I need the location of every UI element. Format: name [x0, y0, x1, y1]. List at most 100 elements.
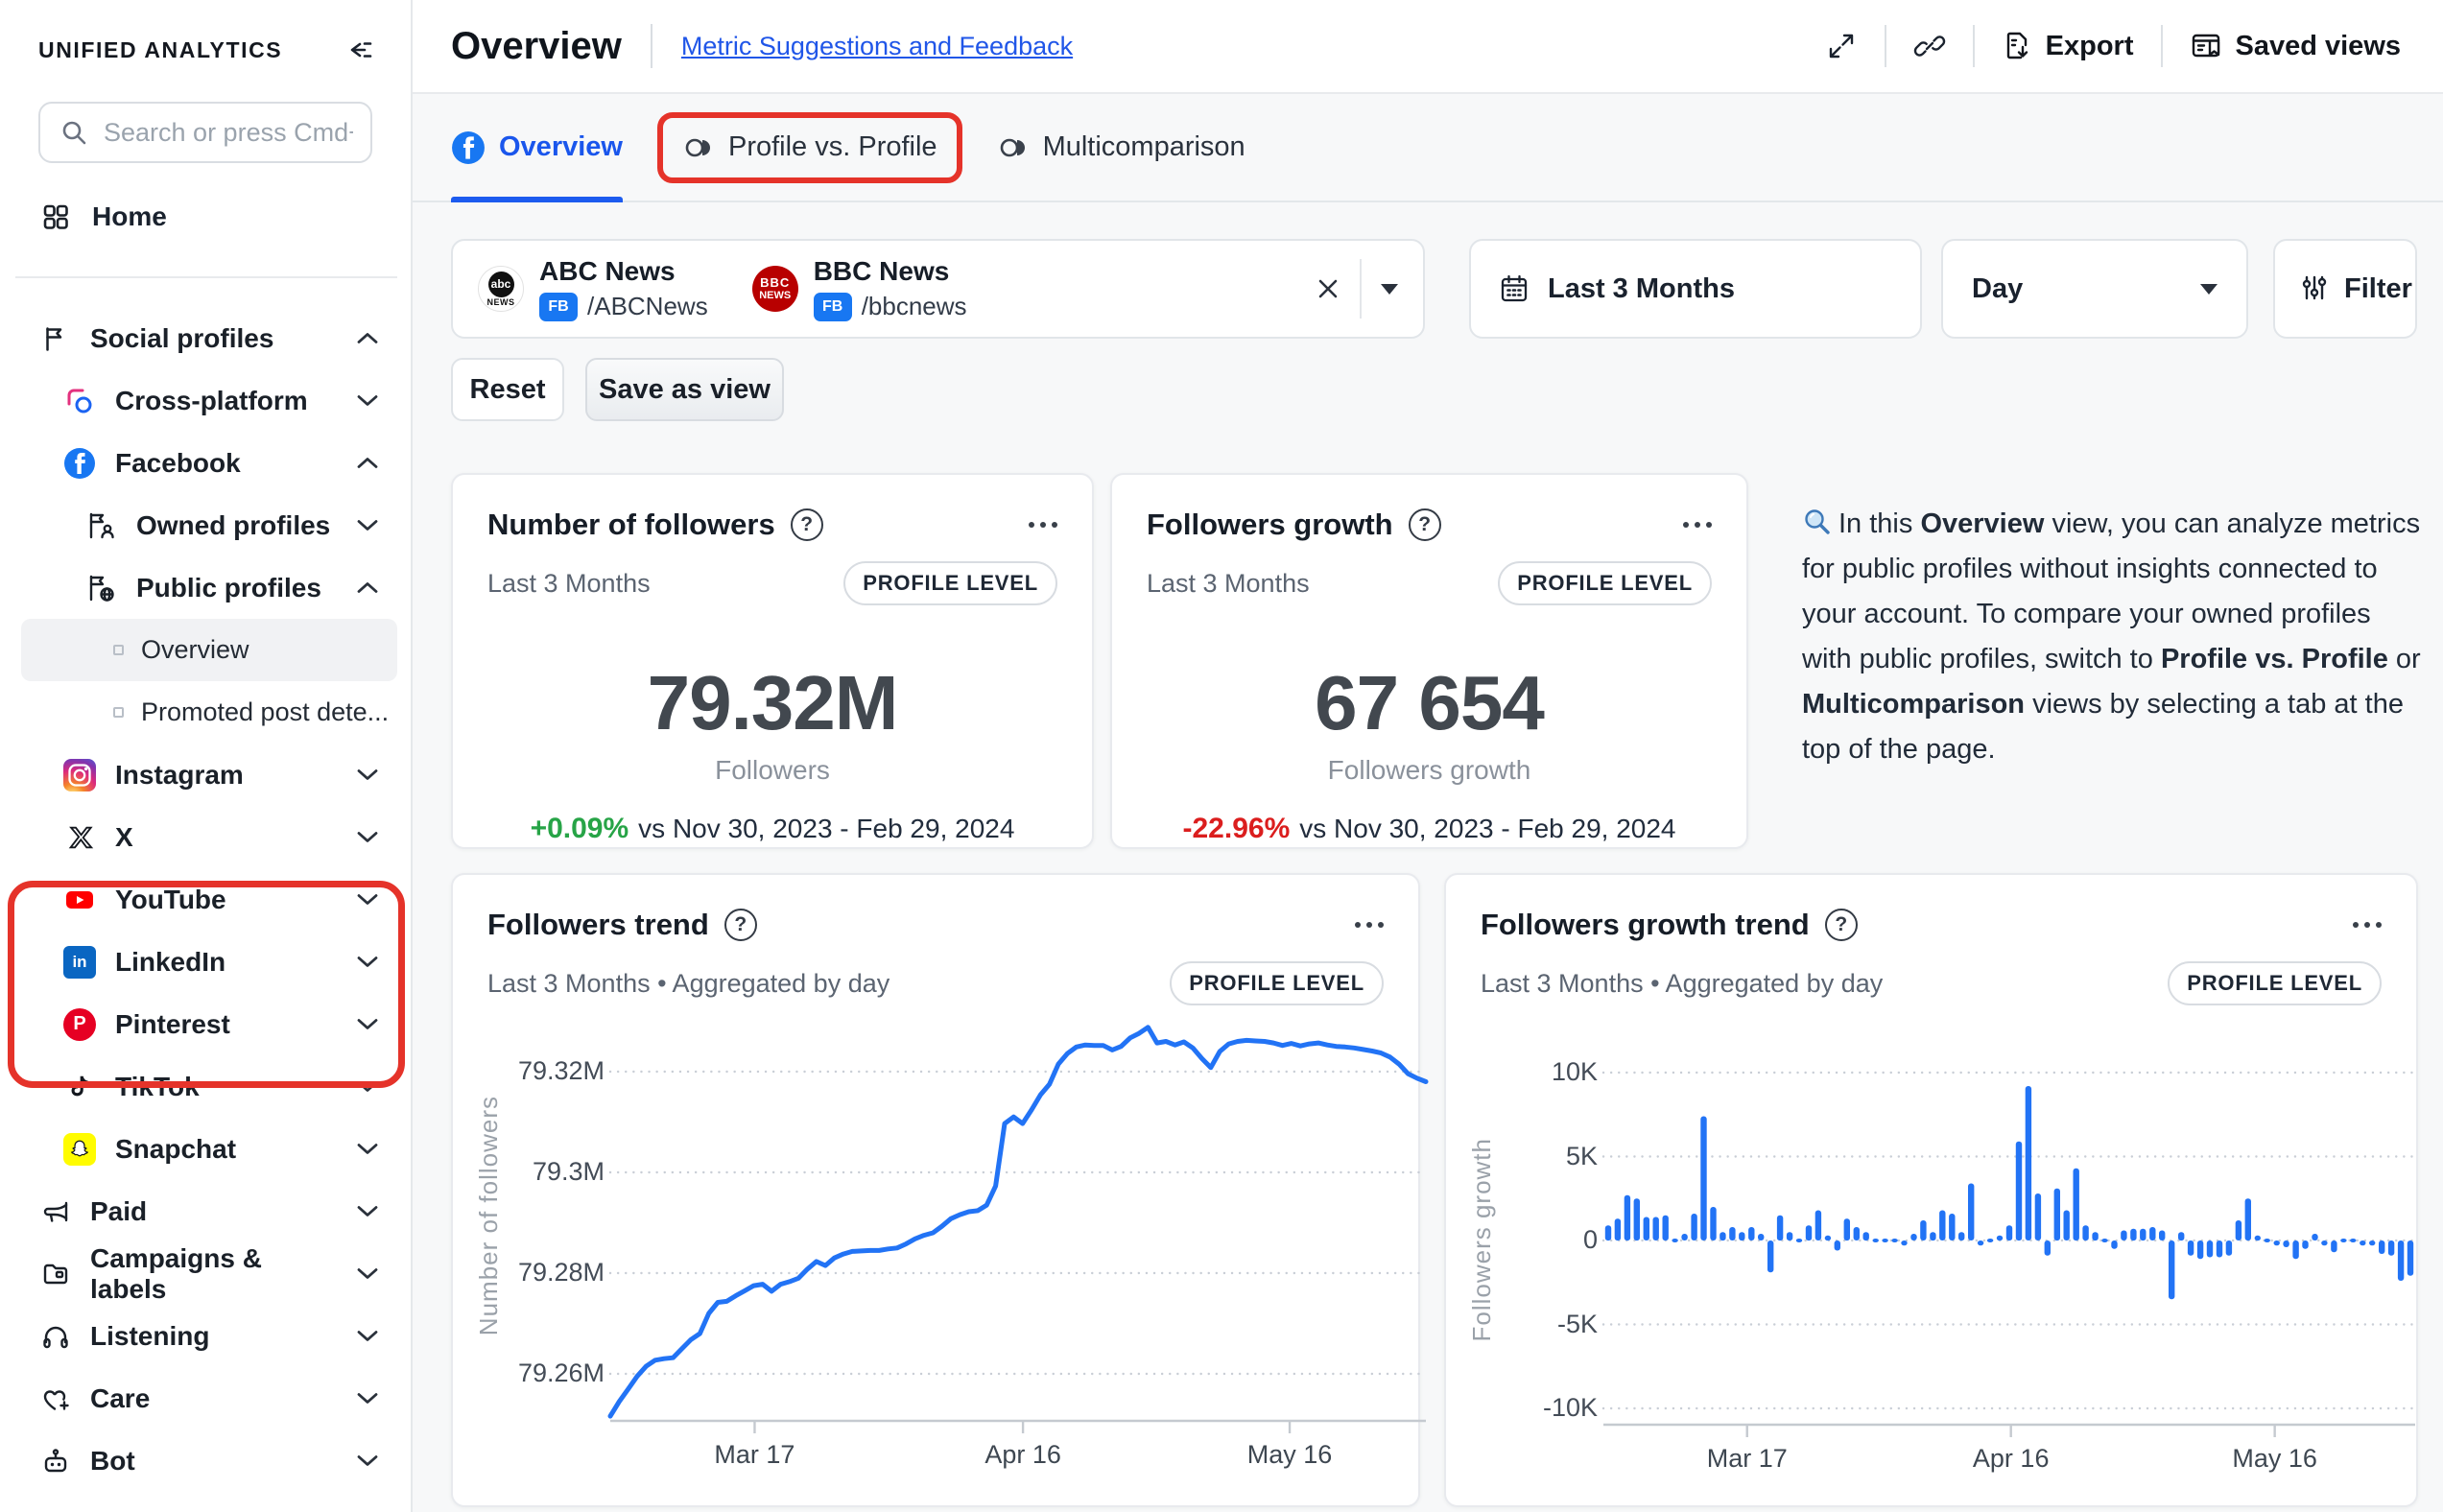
sidebar-item-promoted-post[interactable]: Promoted post dete... — [0, 681, 411, 744]
sidebar-item-paid[interactable]: Paid — [0, 1180, 411, 1242]
x-tick-label: Mar 17 — [1680, 1444, 1814, 1474]
sidebar-item-label: Promoted post dete... — [141, 697, 389, 727]
chevron-down-icon — [357, 1143, 378, 1155]
chart-cards-row: Followers trend ? Last 3 Months • Aggreg… — [451, 873, 2443, 1507]
card-menu-icon[interactable] — [1355, 922, 1384, 928]
y-tick-label: 10K — [1506, 1057, 1598, 1087]
help-icon[interactable]: ? — [1825, 909, 1858, 941]
chevron-up-icon — [357, 457, 378, 469]
reset-button[interactable]: Reset — [451, 358, 564, 421]
sidebar-item-label: YouTube — [115, 885, 226, 915]
divider — [1973, 25, 1975, 67]
y-tick-label: -5K — [1506, 1310, 1598, 1339]
card-menu-icon[interactable] — [2353, 922, 2382, 928]
saved-views-label: Saved views — [2236, 31, 2402, 62]
help-icon[interactable]: ? — [1409, 508, 1441, 541]
headphones-icon — [40, 1321, 71, 1352]
delta-positive: +0.09% — [531, 813, 629, 844]
snapchat-icon — [63, 1133, 96, 1166]
sidebar-item-social-profiles[interactable]: Social profiles — [0, 307, 411, 369]
y-axis-title: Number of followers — [474, 1096, 504, 1335]
search-field[interactable] — [104, 118, 353, 148]
y-axis-title: Followers growth — [1467, 1138, 1497, 1342]
grid-icon — [40, 201, 71, 232]
export-button[interactable]: Export — [2002, 30, 2134, 62]
sidebar-item-care[interactable]: Care — [0, 1367, 411, 1429]
sidebar-item-youtube[interactable]: YouTube — [0, 868, 411, 931]
y-tick-label: 0 — [1506, 1225, 1598, 1255]
chevron-down-icon — [357, 519, 378, 532]
share-link-icon[interactable] — [1913, 30, 1946, 62]
metric-suggestions-link[interactable]: Metric Suggestions and Feedback — [681, 32, 1073, 61]
sidebar-item-public-profiles[interactable]: Public profiles — [0, 556, 411, 619]
actions-row: Reset Save as view — [451, 358, 2443, 421]
granularity-dropdown[interactable]: Day — [1941, 239, 2248, 339]
y-tick-label: 5K — [1506, 1142, 1598, 1171]
search-icon — [59, 118, 88, 147]
expand-icon[interactable] — [1825, 30, 1858, 62]
robot-icon — [40, 1446, 71, 1477]
tab-profile-vs-profile[interactable]: Profile vs. Profile — [682, 94, 937, 201]
sidebar-item-listening[interactable]: Listening — [0, 1305, 411, 1367]
help-icon[interactable]: ? — [791, 508, 823, 541]
facebook-network-badge: FB — [539, 293, 578, 321]
chevron-down-icon — [357, 768, 378, 781]
card-title: Followers growth — [1147, 508, 1393, 542]
tab-label: Profile vs. Profile — [728, 131, 937, 163]
sidebar-item-linkedin[interactable]: in LinkedIn — [0, 931, 411, 993]
selected-profile-abc-news: abcNEWS ABC News FB /ABCNews — [478, 256, 708, 321]
sidebar-item-overview[interactable]: Overview — [21, 619, 397, 681]
save-as-view-button[interactable]: Save as view — [585, 358, 784, 421]
tab-multicomparison[interactable]: Multicomparison — [997, 94, 1245, 201]
card-title: Followers growth trend — [1481, 908, 1810, 942]
saved-views-icon — [2190, 30, 2224, 62]
comparison-icon — [682, 131, 715, 164]
y-tick-label: 79.3M — [512, 1157, 605, 1187]
sidebar-item-pinterest[interactable]: P Pinterest — [0, 993, 411, 1055]
help-icon[interactable]: ? — [724, 909, 757, 941]
dropdown-caret-icon[interactable] — [1381, 284, 1398, 295]
chevron-down-icon — [357, 956, 378, 968]
chevron-up-icon — [357, 332, 378, 344]
saved-views-button[interactable]: Saved views — [2190, 30, 2402, 62]
sidebar-item-facebook[interactable]: Facebook — [0, 432, 411, 494]
chevron-down-icon — [357, 1454, 378, 1467]
tab-overview[interactable]: Overview — [451, 94, 623, 201]
card-period: Last 3 Months — [487, 569, 651, 599]
sidebar-item-x[interactable]: X — [0, 806, 411, 868]
y-tick-label: 79.28M — [512, 1258, 605, 1288]
followers-growth-trend-chart: Followers growth 10K5K0-5K-10KMar 17Apr … — [1481, 1038, 2387, 1499]
card-menu-icon[interactable] — [1683, 522, 1712, 528]
main-content: Overview Metric Suggestions and Feedback… — [413, 0, 2443, 1512]
collapse-sidebar-icon[interactable] — [345, 35, 376, 65]
sidebar-item-label: Paid — [90, 1196, 147, 1227]
growth-label: Followers growth — [1147, 755, 1712, 786]
clear-selection-icon[interactable] — [1316, 276, 1340, 301]
flag-globe-icon — [84, 572, 117, 604]
sidebar-item-tiktok[interactable]: TikTok — [0, 1055, 411, 1118]
sidebar-item-instagram[interactable]: Instagram — [0, 744, 411, 806]
y-tick-label: 79.26M — [512, 1358, 605, 1388]
search-input[interactable] — [38, 102, 372, 163]
sidebar-item-home[interactable]: Home — [0, 188, 411, 246]
pinterest-icon: P — [63, 1008, 96, 1041]
card-title: Number of followers — [487, 508, 775, 542]
x-icon — [63, 821, 96, 854]
sidebar-item-bot[interactable]: Bot — [0, 1429, 411, 1492]
flag-person-icon — [84, 509, 117, 542]
card-menu-icon[interactable] — [1029, 522, 1057, 528]
chevron-down-icon — [357, 394, 378, 407]
sidebar-item-snapchat[interactable]: Snapchat — [0, 1118, 411, 1180]
sidebar-item-cross-platform[interactable]: Cross-platform — [0, 369, 411, 432]
chevron-down-icon — [357, 893, 378, 906]
followers-growth-card: Followers growth ? Last 3 Months PROFILE… — [1110, 473, 1748, 849]
sidebar-item-owned-profiles[interactable]: Owned profiles — [0, 494, 411, 556]
date-range-value: Last 3 Months — [1548, 273, 1735, 305]
filter-button[interactable]: Filter — [2273, 239, 2417, 339]
cross-platform-icon — [63, 385, 96, 417]
calendar-icon — [1498, 272, 1530, 305]
sidebar-item-campaigns[interactable]: Campaigns & labels — [0, 1242, 411, 1305]
date-range-picker[interactable]: Last 3 Months — [1469, 239, 1922, 339]
flag-icon — [40, 323, 71, 354]
profile-selector[interactable]: abcNEWS ABC News FB /ABCNews BBCNEWS — [451, 239, 1425, 339]
